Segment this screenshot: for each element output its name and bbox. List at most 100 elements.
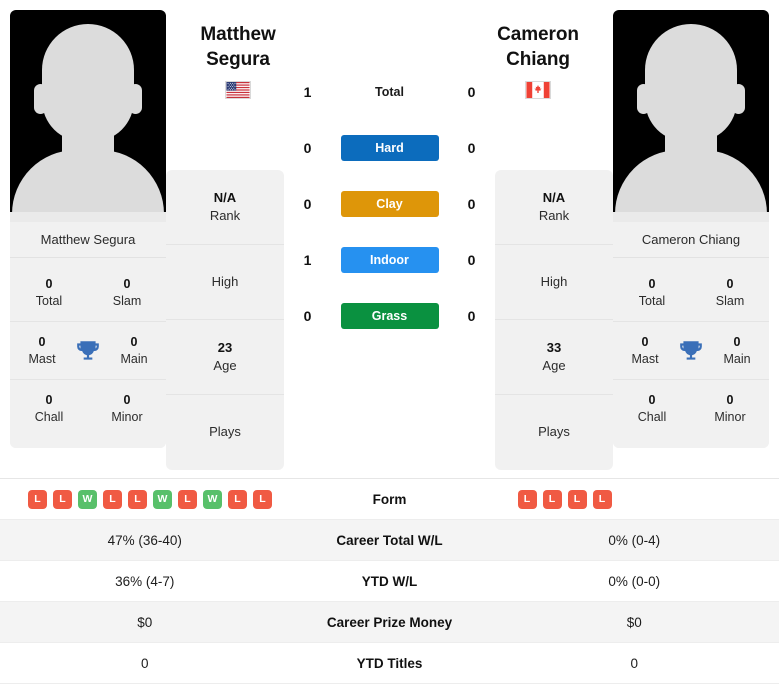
stat-slam-right: 0 Slam <box>699 276 761 310</box>
player-name-left: Matthew Segura <box>10 222 166 258</box>
stat-value: 0 <box>726 276 734 291</box>
info-plays-right: Plays <box>495 395 613 470</box>
stat-label: Mast <box>28 351 56 366</box>
stat-mast-right: 0 Mast <box>614 334 676 368</box>
h2h-score-left: 1 <box>303 252 312 268</box>
titles-grid-right: 0 Total 0 Slam 0 Mast 0 Main 0 Chall 0 M… <box>613 258 769 448</box>
avatar-ear-right <box>129 84 142 114</box>
trophy-icon <box>77 340 99 360</box>
form-chip-win[interactable]: W <box>203 489 222 509</box>
h2h-score-right: 0 <box>467 140 476 156</box>
stat-label: Main <box>723 351 751 366</box>
player-header-left: Matthew Segura <box>168 22 308 100</box>
table-row-label: Career Prize Money <box>326 614 453 630</box>
comparison-stats-table: L L W L L W L W L L Form L L L L 47% (36-40) Career Tota… <box>0 478 779 684</box>
table-cell-right: 0% (0-4) <box>608 532 661 548</box>
player-header-name-right: Cameron Chiang <box>468 22 608 72</box>
h2h-row-clay: 0 Clay 0 <box>297 176 483 232</box>
form-chip-loss[interactable]: L <box>178 489 197 509</box>
h2h-score-right: 0 <box>467 252 476 268</box>
form-chip-win[interactable]: W <box>78 489 97 509</box>
titles-row: 0 Chall 0 Minor <box>10 380 166 438</box>
stat-value: 0 <box>130 334 138 349</box>
form-chip-loss[interactable]: L <box>253 489 272 509</box>
form-chip-loss[interactable]: L <box>228 489 247 509</box>
form-chip-loss[interactable]: L <box>103 489 122 509</box>
form-chip-loss[interactable]: L <box>592 489 612 509</box>
info-label: Rank <box>538 208 570 223</box>
stat-value: 0 <box>45 393 53 408</box>
info-age-left: 23 Age <box>166 320 284 395</box>
form-chip-loss[interactable]: L <box>542 489 562 509</box>
player-card-left: Matthew Segura 0 Total 0 Slam 0 Mast 0 M… <box>10 10 166 448</box>
info-rank-left: N/A Rank <box>166 170 284 245</box>
info-high-right: High <box>495 245 613 320</box>
table-cell-left: 36% (4-7) <box>115 573 175 589</box>
form-strip-left: LLWLLWLWLL <box>28 489 272 509</box>
form-chip-loss[interactable]: L <box>28 489 47 509</box>
name-line-2: Chiang <box>506 49 570 71</box>
comparison-top-section: Matthew Segura 0 Total 0 Slam 0 Mast 0 M… <box>0 0 779 470</box>
table-row: 0 YTD Titles 0 <box>0 643 779 684</box>
titles-row: 0 Total 0 Slam <box>10 264 166 322</box>
info-value: N/A <box>213 189 237 205</box>
stat-label: Slam <box>715 293 745 308</box>
stat-value: 0 <box>641 334 649 349</box>
stat-value: 0 <box>726 393 734 408</box>
table-cell-right: 0 <box>630 655 638 671</box>
stat-label: Total <box>638 293 666 308</box>
surface-badge-hard[interactable]: Hard <box>340 135 439 161</box>
surface-badge-grass[interactable]: Grass <box>340 303 439 329</box>
table-cell-right: LLLL <box>490 489 779 509</box>
name-line-2: Segura <box>206 49 270 71</box>
stat-minor-left: 0 Minor <box>96 392 158 426</box>
info-label: Age <box>542 358 566 373</box>
info-rank-right: N/A Rank <box>495 170 613 245</box>
stat-main-right: 0 Main <box>706 334 768 368</box>
stat-minor-right: 0 Minor <box>699 392 761 426</box>
stat-chall-left: 0 Chall <box>18 392 80 426</box>
info-card-left: N/A Rank High 23 Age Plays <box>166 170 284 470</box>
head-to-head-column: 1 Total 0 0 Hard 0 0 Clay 0 1 Indoor 0 0 Grass 0 <box>284 10 495 344</box>
surface-badge-indoor[interactable]: Indoor <box>340 247 439 273</box>
stat-label: Chall <box>637 410 667 424</box>
stat-label: Minor <box>714 410 746 424</box>
name-line-1: Matthew <box>200 24 276 45</box>
table-cell-left: LLWLLWLWLL <box>0 489 290 509</box>
stat-label: Mast <box>631 351 659 366</box>
h2h-score-left: 0 <box>303 140 312 156</box>
info-label: Age <box>213 358 237 373</box>
form-chip-loss[interactable]: L <box>567 489 587 509</box>
stat-value: 0 <box>648 276 656 291</box>
info-label: Rank <box>209 208 241 223</box>
titles-row: 0 Total 0 Slam <box>613 264 769 322</box>
player-comparison-page: Matthew Segura 0 Total 0 Slam 0 Mast 0 M… <box>0 0 779 699</box>
trophy-icon <box>680 340 702 360</box>
stat-label: Chall <box>34 410 64 424</box>
info-card-right: N/A Rank High 33 Age Plays <box>495 170 613 470</box>
stat-value: 0 <box>123 276 131 291</box>
stat-slam-left: 0 Slam <box>96 276 158 310</box>
form-chip-loss[interactable]: L <box>53 489 72 509</box>
stat-mast-left: 0 Mast <box>11 334 73 368</box>
form-chip-win[interactable]: W <box>153 489 172 509</box>
h2h-row-hard: 0 Hard 0 <box>297 120 483 176</box>
h2h-score-left: 0 <box>303 196 312 212</box>
form-chip-loss[interactable]: L <box>517 489 537 509</box>
stat-total-left: 0 Total <box>18 276 80 310</box>
stat-label: Minor <box>111 410 143 424</box>
titles-row: 0 Mast 0 Main <box>613 322 769 380</box>
h2h-row-grass: 0 Grass 0 <box>297 288 483 344</box>
table-row-label: Form <box>372 491 407 507</box>
info-label: Plays <box>538 424 570 440</box>
table-cell-left: 0 <box>140 655 149 671</box>
surface-badge-clay[interactable]: Clay <box>340 191 439 217</box>
stat-main-left: 0 Main <box>103 334 165 368</box>
info-label: Plays <box>209 424 241 440</box>
avatar-right <box>613 10 769 222</box>
form-chip-loss[interactable]: L <box>128 489 147 509</box>
h2h-score-right: 0 <box>467 196 476 212</box>
table-row: 36% (4-7) YTD W/L 0% (0-0) <box>0 561 779 602</box>
info-value: N/A <box>542 189 566 205</box>
info-label: High <box>211 273 239 289</box>
